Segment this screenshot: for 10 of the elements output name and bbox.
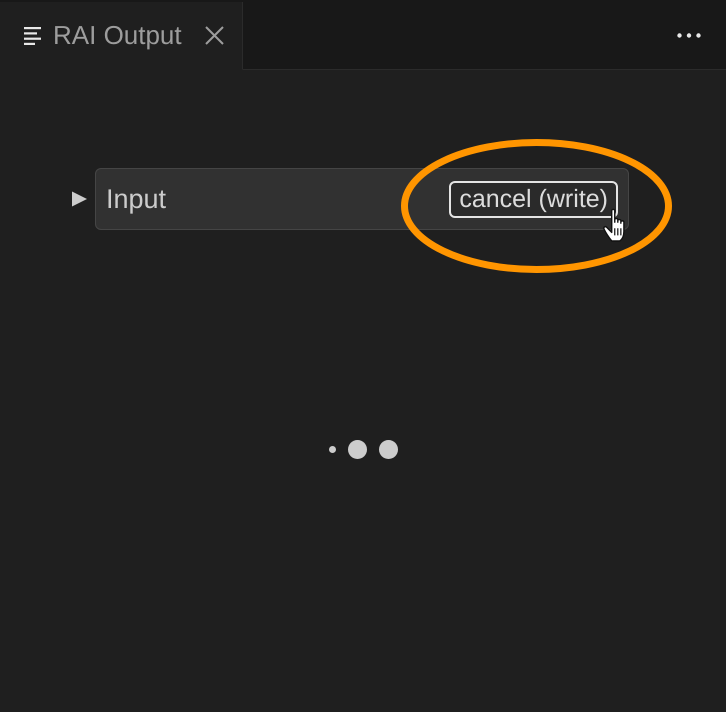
loading-dot-icon — [348, 440, 366, 459]
list-icon — [24, 26, 41, 44]
loading-dot-icon — [378, 440, 398, 459]
more-icon[interactable] — [677, 33, 701, 38]
cell-title: Input — [106, 182, 166, 216]
cancel-button[interactable]: cancel (write) — [449, 180, 618, 218]
close-icon[interactable] — [205, 26, 224, 45]
tab[interactable]: RAI Output — [0, 2, 243, 70]
cell-header[interactable]: Input cancel (write) — [95, 168, 629, 230]
caret-icon[interactable] — [72, 191, 88, 207]
